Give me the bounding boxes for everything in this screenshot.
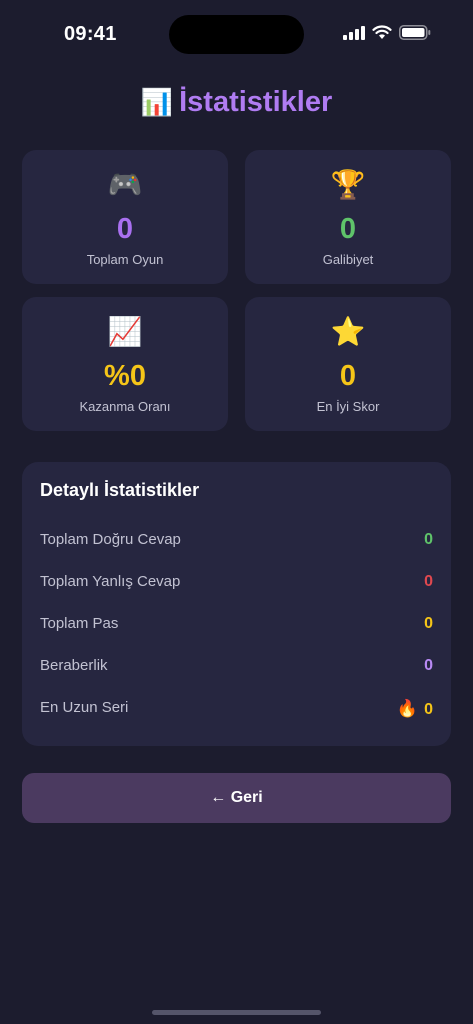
stat-card-best-score: ⭐ 0 En İyi Skor bbox=[245, 297, 451, 431]
wifi-icon bbox=[372, 25, 392, 39]
detailed-stats-panel: Detaylı İstatistikler Toplam Doğru Cevap… bbox=[22, 462, 451, 746]
trophy-icon: 🏆 bbox=[330, 169, 366, 200]
page-title-text: İstatistikler bbox=[179, 86, 333, 118]
stat-row-label: Toplam Doğru Cevap bbox=[40, 531, 181, 548]
stat-row-longest-streak: En Uzun Seri 🔥 0 bbox=[40, 699, 433, 721]
battery-icon bbox=[399, 25, 431, 40]
stat-card-total-games: 🎮 0 Toplam Oyun bbox=[22, 150, 228, 284]
stat-label: Kazanma Oranı bbox=[79, 399, 171, 414]
stat-label: Toplam Oyun bbox=[86, 252, 164, 267]
fire-icon: 🔥 bbox=[396, 699, 419, 718]
page-title: 📊 İstatistikler bbox=[0, 86, 473, 119]
status-time: 09:41 bbox=[64, 23, 117, 45]
status-bar: 09:41 bbox=[0, 0, 473, 60]
stat-label: Galibiyet bbox=[322, 252, 374, 267]
home-indicator[interactable] bbox=[152, 1010, 321, 1015]
stat-value: 0 bbox=[339, 360, 357, 392]
stat-row-label: En Uzun Seri bbox=[40, 699, 129, 716]
stat-row-label: Toplam Yanlış Cevap bbox=[40, 573, 181, 590]
stat-row-value: 0 bbox=[424, 701, 433, 718]
game-controller-icon: 🎮 bbox=[107, 169, 143, 200]
stat-label: En İyi Skor bbox=[316, 399, 380, 414]
stat-card-wins: 🏆 0 Galibiyet bbox=[245, 150, 451, 284]
stat-row-correct-answers: Toplam Doğru Cevap 0 bbox=[40, 531, 433, 553]
stat-row-label: Beraberlik bbox=[40, 657, 108, 674]
stat-row-value: 0 bbox=[424, 657, 433, 674]
stat-row-value-group: 🔥 0 bbox=[397, 699, 433, 719]
stat-row-value: 0 bbox=[424, 573, 433, 590]
detailed-stats-title: Detaylı İstatistikler bbox=[40, 480, 200, 500]
stat-value: %0 bbox=[104, 360, 146, 392]
stat-row-draws: Beraberlik 0 bbox=[40, 657, 433, 679]
stat-row-label: Toplam Pas bbox=[40, 615, 119, 632]
chart-increasing-icon: 📈 bbox=[107, 316, 143, 347]
star-icon: ⭐ bbox=[330, 316, 366, 347]
stat-value: 0 bbox=[116, 213, 134, 245]
cellular-signal-icon bbox=[343, 25, 365, 40]
status-icons bbox=[343, 25, 431, 40]
stat-value: 0 bbox=[339, 213, 357, 245]
stat-row-value: 0 bbox=[424, 531, 433, 548]
stat-row-value: 0 bbox=[424, 615, 433, 632]
dynamic-island bbox=[169, 15, 304, 54]
stat-row-passes: Toplam Pas 0 bbox=[40, 615, 433, 637]
bar-chart-icon: 📊 bbox=[140, 87, 174, 117]
back-button[interactable]: ← Geri bbox=[22, 773, 451, 823]
stat-card-win-rate: 📈 %0 Kazanma Oranı bbox=[22, 297, 228, 431]
stat-row-wrong-answers: Toplam Yanlış Cevap 0 bbox=[40, 573, 433, 595]
